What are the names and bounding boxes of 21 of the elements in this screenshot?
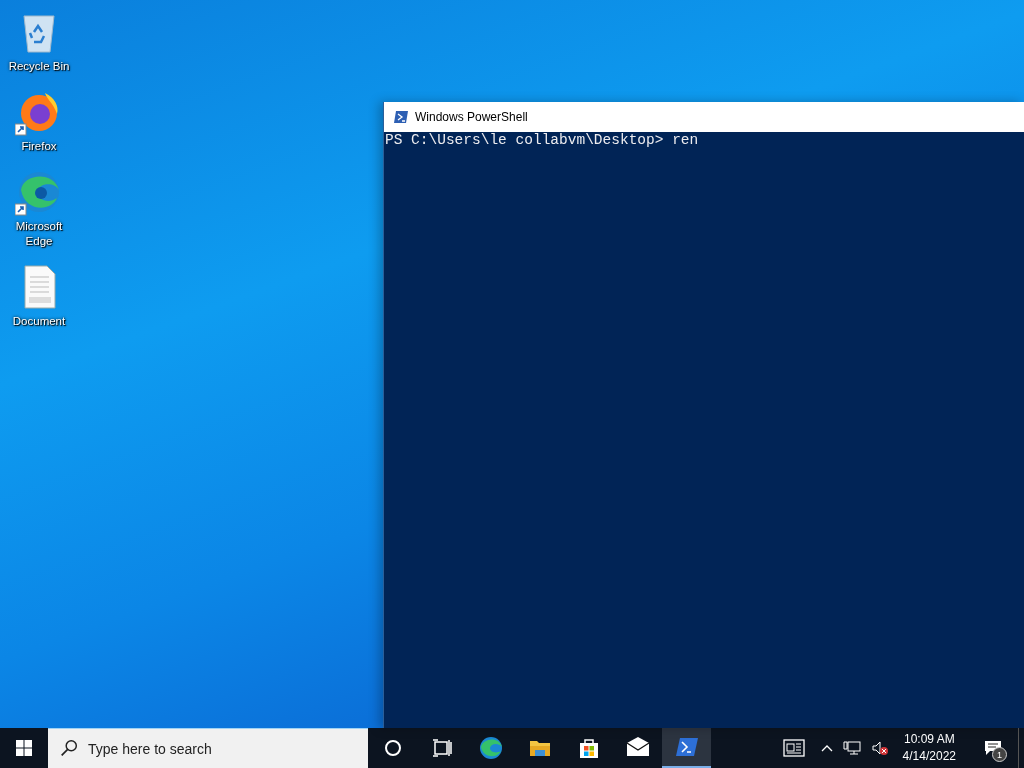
notification-count: 1 bbox=[992, 747, 1007, 762]
browser-wave-icon bbox=[478, 736, 503, 760]
network-icon[interactable] bbox=[842, 740, 861, 756]
window-title: Windows PowerShell bbox=[415, 110, 528, 124]
muted-speaker-icon[interactable] bbox=[870, 740, 889, 756]
prompt-icon bbox=[674, 735, 699, 759]
console-line: PS C:\Users\le collabvm\Desktop> ren bbox=[385, 132, 700, 149]
icon-label: Microsoft Edge bbox=[14, 219, 64, 249]
chevron-up-icon[interactable] bbox=[820, 744, 833, 752]
notifications-button[interactable]: 1 bbox=[978, 728, 1008, 768]
icon-label: Recycle Bin bbox=[7, 59, 71, 74]
clock-date: 4/14/2022 bbox=[902, 748, 956, 765]
icon-label: Document bbox=[11, 314, 67, 329]
clock-time: 10:09 AM bbox=[903, 731, 955, 748]
clock[interactable]: 10:09 AM 4/14/2022 bbox=[898, 731, 960, 765]
search-field[interactable]: Type here to search bbox=[48, 728, 368, 768]
prompt-icon bbox=[393, 109, 409, 125]
news-icon[interactable] bbox=[782, 739, 807, 757]
windows-icon bbox=[16, 740, 32, 756]
icon-label: Firefox bbox=[20, 139, 58, 154]
taskbar-button[interactable] bbox=[662, 728, 711, 768]
